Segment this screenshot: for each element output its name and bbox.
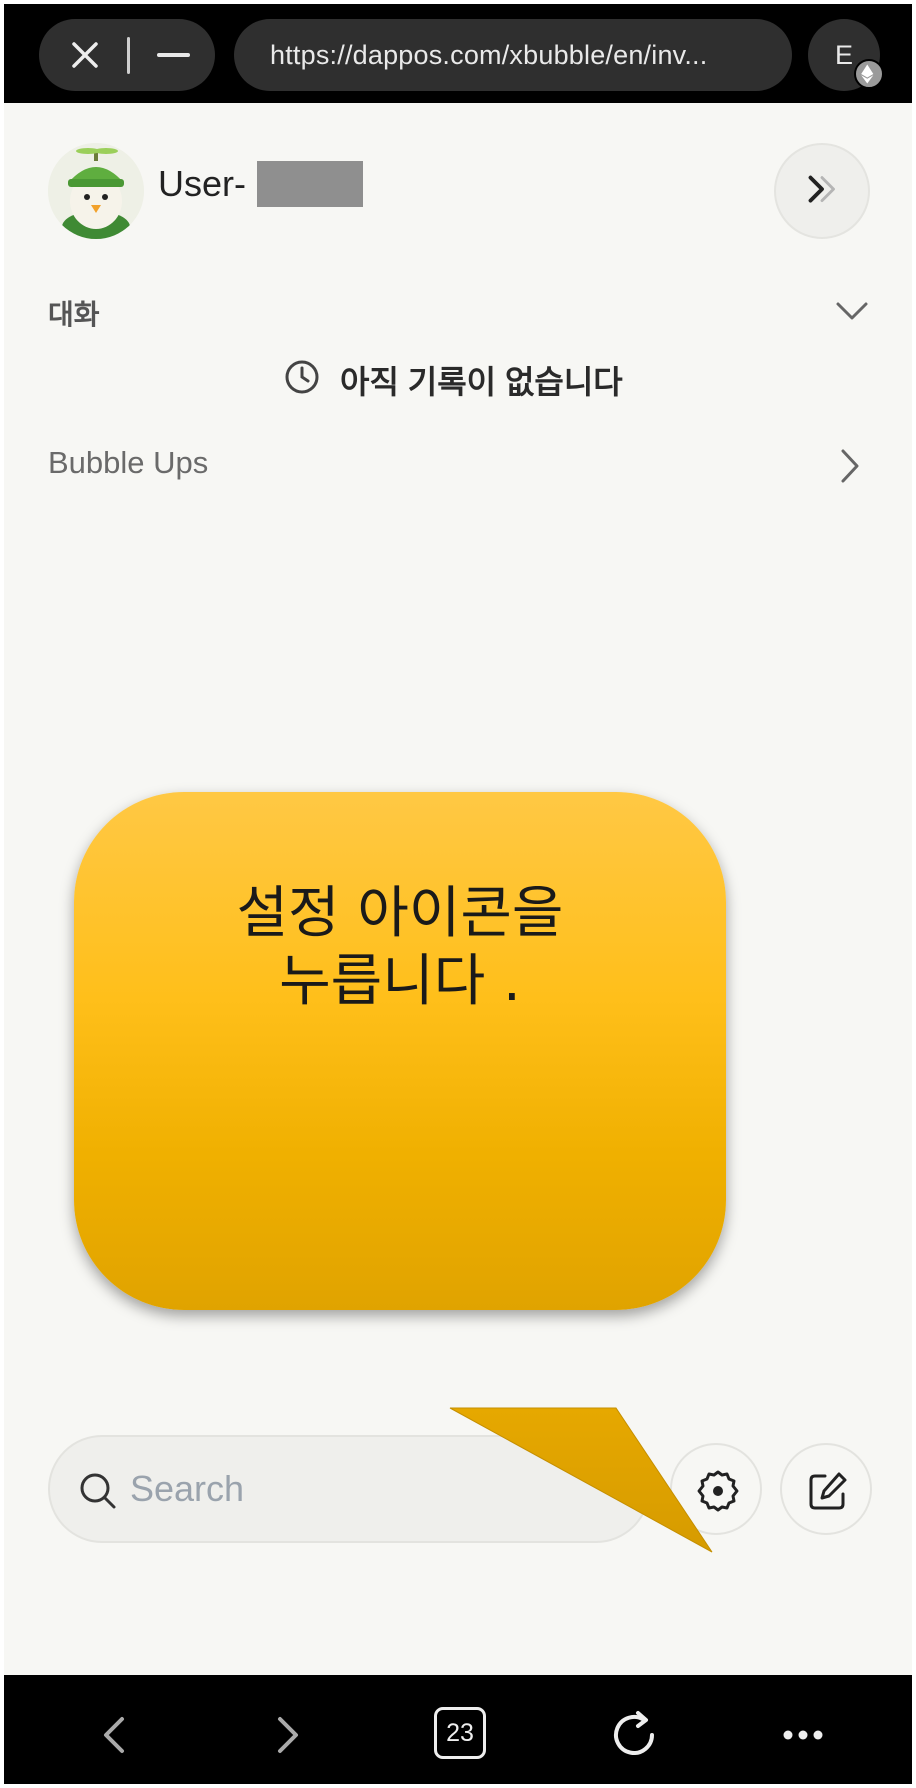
instruction-callout (74, 792, 726, 1310)
forward-button[interactable] (256, 1705, 316, 1765)
browser-top-bar: https://dappos.com/xbubble/en/inv... E (4, 4, 912, 103)
reload-button[interactable] (604, 1705, 664, 1765)
more-button[interactable] (776, 1705, 856, 1765)
search-icon (80, 1473, 116, 1509)
callout-text: 설정 아이콘을 누릅니다 . (74, 880, 726, 1016)
clock-icon (285, 360, 319, 394)
divider (127, 37, 130, 74)
new-chat-button[interactable] (780, 1443, 872, 1535)
reload-icon (614, 1711, 654, 1755)
bubble-ups-item[interactable]: Bubble Ups (48, 445, 208, 481)
ethereum-icon (854, 59, 884, 89)
url-bar[interactable]: https://dappos.com/xbubble/en/inv... (234, 19, 792, 91)
empty-history-text: 아직 기록이 없습니다 (340, 364, 623, 400)
wallet-extension-button[interactable]: E (808, 19, 884, 91)
callout-line-2: 누릅니다 . (279, 949, 521, 1014)
extension-label: E (834, 40, 853, 70)
search-input[interactable] (130, 1457, 610, 1521)
chevron-right-icon (278, 1717, 298, 1753)
window-controls (39, 19, 215, 91)
more-icon (783, 1730, 823, 1740)
username: User- (158, 163, 246, 204)
chevron-right-icon[interactable] (838, 447, 862, 485)
tabs-button[interactable]: 23 (434, 1707, 486, 1759)
conversations-section-label[interactable]: 대화 (48, 293, 100, 333)
avatar[interactable] (48, 143, 144, 239)
search-box[interactable] (48, 1435, 650, 1543)
minimize-icon[interactable] (157, 53, 190, 57)
settings-button[interactable] (670, 1443, 762, 1535)
close-icon[interactable] (67, 37, 103, 73)
back-button[interactable] (86, 1705, 146, 1765)
browser-bottom-bar: 23 (4, 1675, 912, 1784)
edit-icon (809, 1472, 847, 1510)
gear-icon (697, 1470, 739, 1512)
chevron-left-icon (104, 1717, 124, 1753)
redacted-username (257, 161, 363, 207)
chevron-down-icon[interactable] (834, 299, 870, 323)
double-chevron-right-icon (808, 175, 835, 203)
callout-line-1: 설정 아이콘을 (236, 881, 564, 946)
collapse-sidebar-button[interactable] (774, 143, 870, 239)
